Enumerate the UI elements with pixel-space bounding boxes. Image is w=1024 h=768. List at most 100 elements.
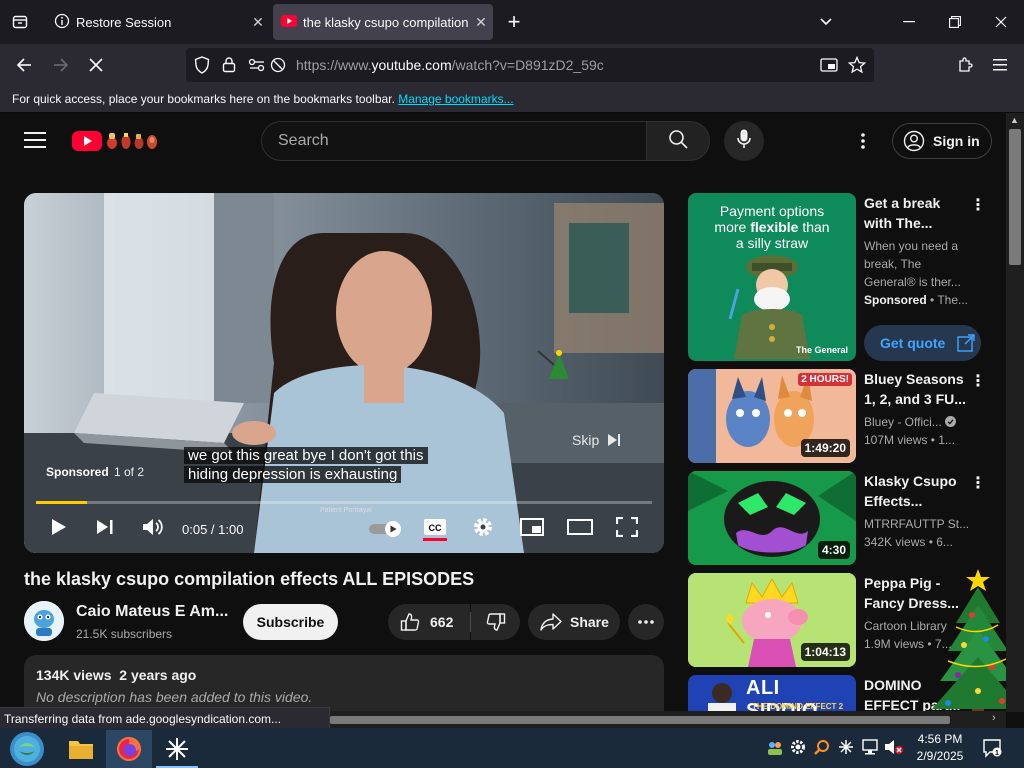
more-options-icon[interactable]: ⋮: [970, 195, 986, 215]
scroll-right-icon[interactable]: ›: [992, 712, 996, 724]
scrollbar-thumb[interactable]: [330, 716, 950, 724]
more-horizontal-icon: [638, 620, 654, 624]
scrollbar-thumb[interactable]: [1009, 129, 1021, 265]
progress-bar[interactable]: [36, 501, 652, 504]
fullscreen-button[interactable]: [614, 515, 640, 543]
firefox-view-icon[interactable]: [6, 8, 34, 36]
subtitles-button[interactable]: CC: [422, 515, 448, 543]
video-frame: [24, 193, 664, 553]
star-icon[interactable]: [847, 55, 867, 79]
rec-thumbnail[interactable]: ALI SIDDIQ THE DOMINO EFFECT 2: [688, 675, 856, 712]
share-label: Share: [570, 614, 609, 630]
rec-video[interactable]: 2 HOURS! 1:49:20 Bluey Seasons 1, 2, and…: [688, 369, 994, 463]
browser-tab-bar: Restore Session ✕ the klasky csupo compi…: [0, 0, 1024, 44]
restore-button[interactable]: [941, 8, 969, 36]
tray-people-icon[interactable]: [766, 739, 784, 762]
file-explorer-icon[interactable]: [58, 730, 104, 768]
youtube-logo[interactable]: [72, 129, 164, 158]
back-button[interactable]: [9, 50, 39, 80]
voice-search-button[interactable]: [724, 121, 764, 161]
more-options-icon[interactable]: ⋮: [970, 473, 986, 493]
scroll-up-icon[interactable]: ▲: [1010, 115, 1019, 125]
like-button[interactable]: 662: [388, 604, 470, 640]
menu-hamburger-icon[interactable]: [985, 50, 1015, 80]
tray-search-icon[interactable]: [814, 739, 830, 760]
stop-loading-button[interactable]: [81, 50, 111, 80]
chevron-down-icon[interactable]: [812, 8, 840, 36]
autoplay-toggle[interactable]: [368, 515, 404, 543]
picture-in-picture-icon[interactable]: [820, 57, 838, 78]
next-button[interactable]: [94, 515, 116, 543]
minimize-button[interactable]: [895, 8, 923, 36]
guide-menu-icon[interactable]: [24, 131, 46, 154]
close-window-button[interactable]: [987, 8, 1015, 36]
horizontal-scrollbar[interactable]: ›: [330, 711, 1006, 728]
close-icon[interactable]: ✕: [469, 14, 493, 31]
network-icon[interactable]: [861, 739, 879, 760]
tab-restore-session[interactable]: Restore Session ✕: [44, 4, 270, 40]
rec-video[interactable]: 4:30 Klasky Csupo Effects... MTRRFAUTTP …: [688, 471, 994, 565]
system-clock[interactable]: 4:56 PM 2/9/2025: [908, 731, 972, 765]
rec-channel[interactable]: MTRRFAUTTP St...: [864, 515, 974, 533]
subscribe-button[interactable]: Subscribe: [243, 604, 338, 640]
url-text[interactable]: https://www.youtube.com/watch?v=D891zD2_…: [296, 57, 604, 73]
account-icon: [903, 130, 925, 152]
forward-button[interactable]: [46, 50, 76, 80]
rec-title[interactable]: Bluey Seasons 1, 2, and 3 FU...: [864, 369, 970, 409]
vertical-scrollbar[interactable]: ▲: [1006, 113, 1024, 712]
share-icon: [540, 613, 562, 631]
manage-bookmarks-link[interactable]: Manage bookmarks...: [398, 92, 513, 106]
volume-muted-icon[interactable]: [884, 739, 904, 760]
firefox-taskbar-icon[interactable]: [106, 730, 152, 768]
settings-more-icon[interactable]: [860, 133, 866, 154]
ad-card[interactable]: Payment options more flexible than a sil…: [688, 193, 994, 361]
caption-line: we got this great bye I don't got this: [184, 447, 428, 464]
avatar[interactable]: [24, 601, 64, 641]
share-button[interactable]: Share: [528, 604, 620, 640]
start-button[interactable]: [4, 730, 50, 768]
thumbnail-subtitle-text: THE DOMINO EFFECT 2: [752, 702, 844, 711]
more-options-icon[interactable]: ⋮: [970, 371, 986, 391]
rec-stats: 107M views • 1...: [864, 431, 974, 449]
video-player[interactable]: Sponsored 1 of 2 Skip we got this great …: [24, 193, 664, 553]
rec-thumbnail[interactable]: 4:30: [688, 471, 856, 565]
more-actions-button[interactable]: [628, 604, 664, 640]
bookmarks-toolbar: For quick access, place your bookmarks h…: [0, 86, 1024, 113]
dislike-button[interactable]: [471, 604, 520, 640]
settings-button[interactable]: [470, 515, 496, 543]
ad-body-line: General® is ther...: [864, 275, 961, 289]
lock-icon[interactable]: [222, 56, 236, 78]
extensions-icon[interactable]: [950, 50, 980, 80]
ad-thumbnail[interactable]: Payment options more flexible than a sil…: [688, 193, 856, 361]
shield-icon[interactable]: [194, 56, 210, 79]
tab-title: the klasky csupo compilation ef: [303, 14, 469, 30]
new-tab-button[interactable]: +: [500, 8, 528, 36]
theater-mode-button[interactable]: [566, 515, 594, 543]
rec-thumbnail[interactable]: 1:04:13: [688, 573, 856, 667]
skip-ad-button[interactable]: Skip: [562, 427, 662, 453]
permissions-icon[interactable]: [248, 58, 266, 77]
tray-app-icon[interactable]: [838, 739, 854, 760]
tab-youtube-video[interactable]: the klasky csupo compilation ef ✕: [273, 4, 493, 40]
get-quote-button[interactable]: Get quote: [864, 325, 981, 361]
search-button[interactable]: [646, 121, 710, 161]
address-bar[interactable]: https://www.youtube.com/watch?v=D891zD2_…: [186, 48, 874, 82]
notifications-icon[interactable]: 1: [982, 738, 1002, 763]
app-taskbar-icon[interactable]: [154, 730, 200, 768]
close-icon[interactable]: ✕: [246, 14, 270, 31]
channel-name[interactable]: Caio Mateus E Am...: [76, 603, 228, 621]
mute-button[interactable]: [140, 515, 166, 543]
sign-in-button[interactable]: Sign in: [892, 123, 992, 159]
miniplayer-button[interactable]: [518, 515, 546, 543]
tray-settings-icon[interactable]: [790, 739, 806, 760]
rec-title[interactable]: Klasky Csupo Effects...: [864, 471, 970, 511]
tracking-blocked-icon[interactable]: [270, 57, 286, 78]
play-button[interactable]: [48, 515, 70, 543]
search-input[interactable]: Search: [261, 121, 647, 161]
rec-thumbnail[interactable]: 2 HOURS! 1:49:20: [688, 369, 856, 463]
rec-channel[interactable]: Bluey - Offici...: [864, 413, 974, 432]
rec-views: 107M views: [864, 433, 928, 447]
sign-in-label: Sign in: [933, 133, 980, 149]
description-box[interactable]: 134K views 2 years ago No description ha…: [24, 655, 664, 712]
rec-title[interactable]: Get a break with The...: [864, 193, 970, 233]
